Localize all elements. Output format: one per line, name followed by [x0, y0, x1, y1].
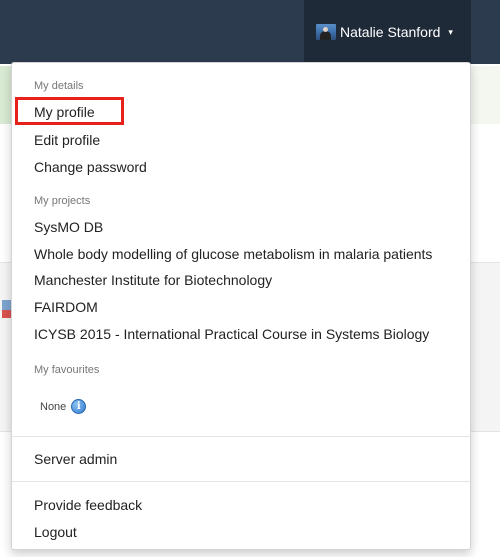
my-details-header: My details — [34, 80, 84, 92]
my-projects-header: My projects — [34, 195, 91, 207]
project-link-icysb[interactable]: ICYSB 2015 - International Practical Cou… — [34, 326, 429, 342]
background-notice-right — [471, 66, 500, 124]
highlight-box — [15, 97, 124, 125]
top-navbar: Natalie Stanford ▾ — [0, 0, 500, 64]
change-password-link[interactable]: Change password — [34, 159, 147, 175]
menu-divider — [12, 481, 470, 482]
server-admin-link[interactable]: Server admin — [34, 451, 117, 467]
user-name: Natalie Stanford — [340, 24, 441, 40]
user-dropdown-menu: My details My profile Edit profile Chang… — [11, 62, 471, 550]
provide-feedback-link[interactable]: Provide feedback — [34, 497, 142, 513]
avatar — [316, 24, 336, 40]
logout-link[interactable]: Logout — [34, 524, 77, 540]
project-link-sysmo-db[interactable]: SysMO DB — [34, 219, 103, 235]
project-link-manchester[interactable]: Manchester Institute for Biotechnology — [34, 272, 272, 288]
user-menu-toggle[interactable]: Natalie Stanford ▾ — [304, 0, 471, 64]
menu-divider — [12, 436, 470, 437]
project-link-fairdom[interactable]: FAIRDOM — [34, 299, 98, 315]
favourites-none-row: None i — [40, 399, 87, 414]
caret-down-icon: ▾ — [448, 26, 453, 37]
edit-profile-link[interactable]: Edit profile — [34, 132, 100, 148]
info-icon[interactable]: i — [71, 399, 87, 414]
project-link-malaria[interactable]: Whole body modelling of glucose metaboli… — [34, 246, 432, 262]
my-favourites-header: My favourites — [34, 364, 100, 376]
favourites-none-text: None — [40, 400, 67, 413]
